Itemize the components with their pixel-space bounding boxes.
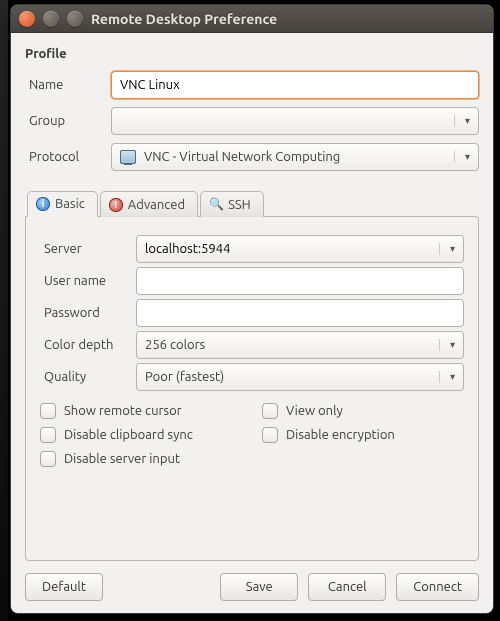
desktop-background [0,0,8,621]
tab-ssh-label: SSH [228,198,251,212]
chevron-down-icon: ▾ [454,151,474,163]
save-button[interactable]: Save [220,573,298,601]
minimize-icon[interactable] [43,11,59,27]
chevron-down-icon: ▾ [439,243,459,255]
check-view-only[interactable]: View only [262,403,464,419]
group-label: Group [25,114,105,128]
tab-basic[interactable]: Basic [27,191,98,217]
spacer [113,573,210,601]
connect-button[interactable]: Connect [396,573,479,601]
check-label: Disable clipboard sync [64,428,193,442]
button-bar: Default Save Cancel Connect [25,573,479,601]
password-input[interactable] [136,299,464,327]
monitor-icon [120,150,136,164]
protocol-value: VNC - Virtual Network Computing [144,150,340,164]
server-input[interactable] [145,236,433,262]
tab-bar: Basic Advanced 🔍 SSH [25,191,479,217]
quality-label: Quality [40,370,130,384]
name-label: Name [25,78,105,92]
window-title: Remote Desktop Preference [91,11,277,27]
chevron-down-icon: ▾ [439,371,459,383]
check-show-remote-cursor[interactable]: Show remote cursor [40,403,242,419]
name-input[interactable] [111,71,479,99]
chevron-down-icon: ▾ [439,339,459,351]
quality-value: Poor (fastest) [145,370,224,384]
default-button[interactable]: Default [25,573,103,601]
protocol-label: Protocol [25,150,105,164]
warning-icon [109,198,123,212]
check-label: View only [286,404,343,418]
cancel-button[interactable]: Cancel [308,573,386,601]
check-label: Show remote cursor [64,404,182,418]
window-content: Profile Name Group ▾ Protocol VNC - Virt… [11,33,493,613]
close-icon[interactable] [19,11,35,27]
profile-heading: Profile [25,47,479,61]
titlebar[interactable]: Remote Desktop Preference [11,5,493,33]
colordepth-select[interactable]: 256 colors ▾ [136,331,464,359]
quality-select[interactable]: Poor (fastest) ▾ [136,363,464,391]
tab-ssh[interactable]: 🔍 SSH [200,191,264,217]
info-icon [36,197,50,211]
checkbox-icon [262,403,278,419]
username-label: User name [40,274,130,288]
search-icon: 🔍 [209,198,223,212]
colordepth-label: Color depth [40,338,130,352]
check-disable-server-input[interactable]: Disable server input [40,451,242,467]
colordepth-value: 256 colors [145,338,205,352]
tab-panel-basic: Server ▾ User name Password Color depth [25,216,479,561]
preference-window: Remote Desktop Preference Profile Name G… [10,4,494,614]
check-disable-clipboard-sync[interactable]: Disable clipboard sync [40,427,242,443]
chevron-down-icon: ▾ [454,115,474,127]
tab-advanced-label: Advanced [128,198,185,212]
checkbox-icon [40,427,56,443]
maximize-icon[interactable] [67,11,83,27]
check-label: Disable encryption [286,428,395,442]
username-input[interactable] [136,267,464,295]
checkbox-icon [40,403,56,419]
check-label: Disable server input [64,452,180,466]
tab-basic-label: Basic [55,197,85,211]
group-select[interactable]: ▾ [111,107,479,135]
checkbox-icon [262,427,278,443]
tab-advanced[interactable]: Advanced [100,191,198,217]
server-combo[interactable]: ▾ [136,235,464,263]
password-label: Password [40,306,130,320]
server-label: Server [40,242,130,256]
protocol-select[interactable]: VNC - Virtual Network Computing ▾ [111,143,479,171]
check-disable-encryption[interactable]: Disable encryption [262,427,464,443]
checkbox-icon [40,451,56,467]
